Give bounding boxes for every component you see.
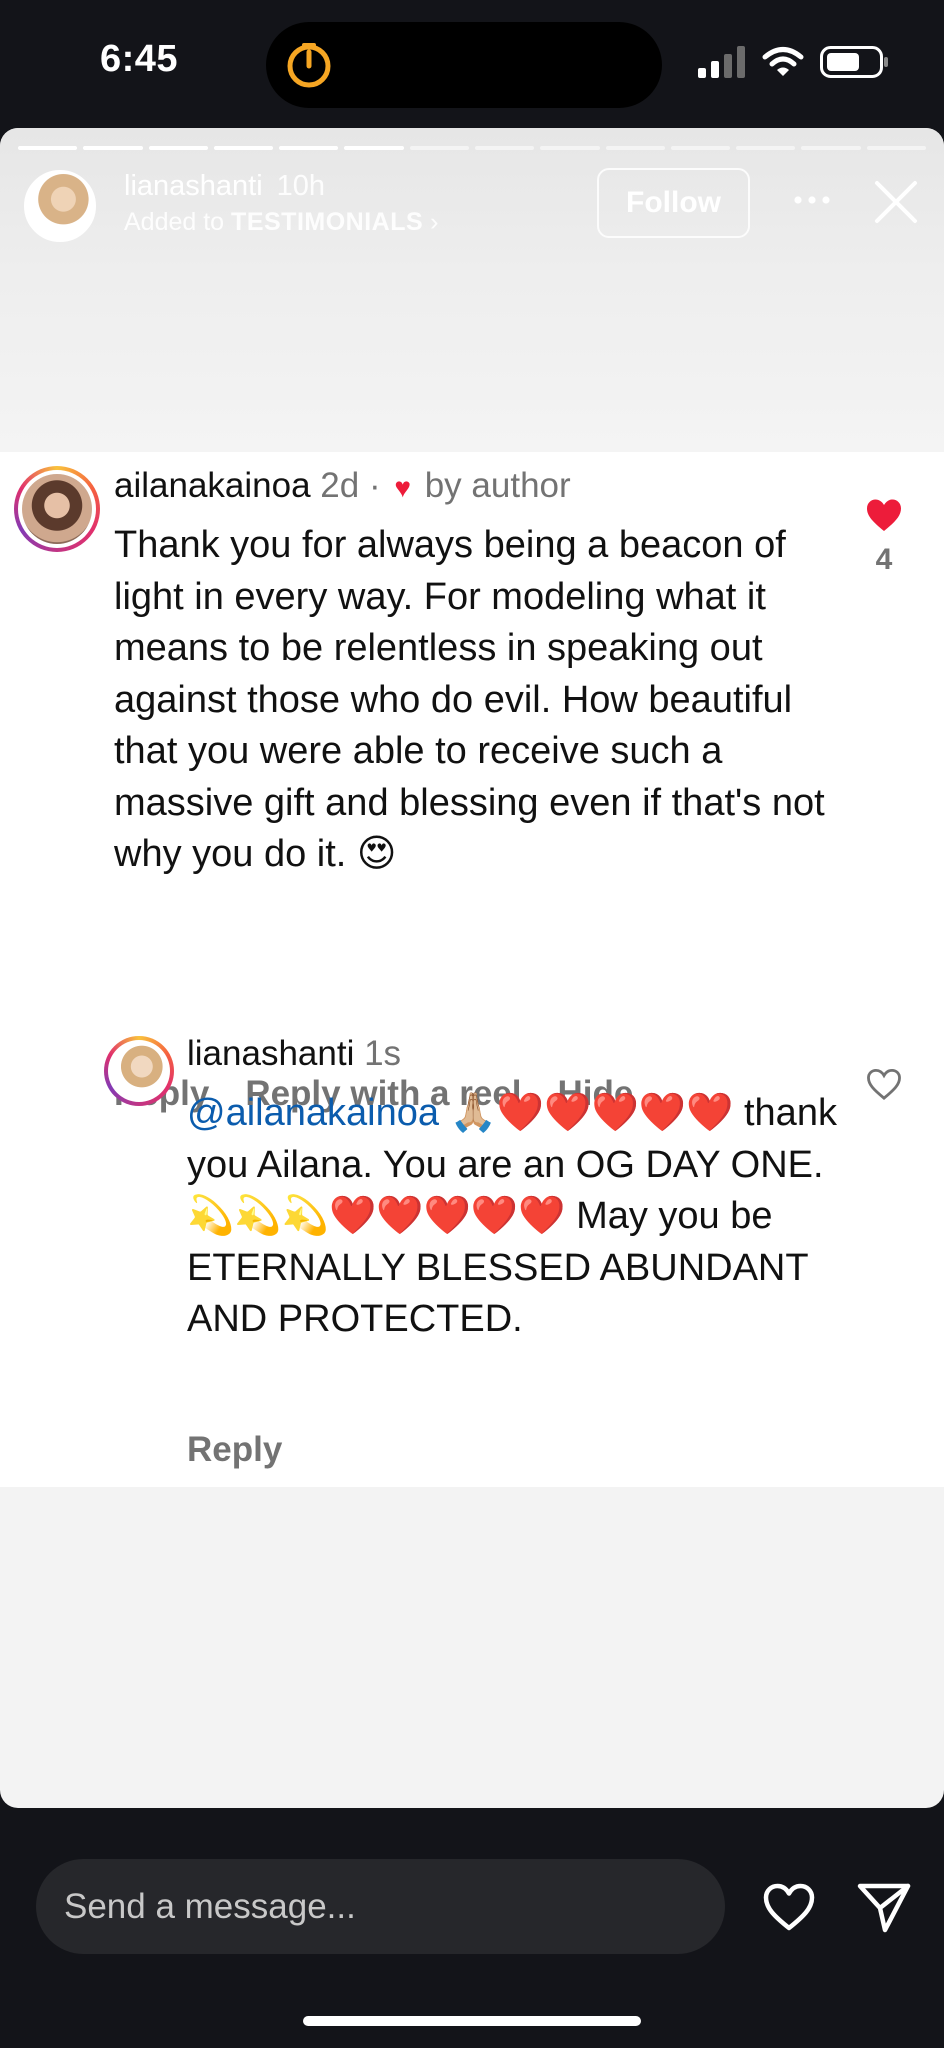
comment-actions: Reply xyxy=(187,1430,282,1470)
more-dots-icon[interactable] xyxy=(788,180,836,220)
dynamic-island xyxy=(266,22,662,108)
chevron-right-icon: › xyxy=(430,208,439,236)
story-progress-segment xyxy=(279,146,339,150)
story-progress-segment xyxy=(605,146,665,150)
like-count: 4 xyxy=(875,543,893,576)
close-icon[interactable] xyxy=(872,178,920,226)
story-age: 10h xyxy=(276,170,326,202)
message-input[interactable]: Send a message... xyxy=(36,1859,725,1954)
comments-panel: ailanakainoa 2d · ♥ by author Thank you … xyxy=(0,452,944,1487)
story-progress-segment xyxy=(670,146,731,150)
story-progress-segment xyxy=(83,146,143,150)
timer-icon xyxy=(287,43,331,88)
story-avatar[interactable] xyxy=(24,170,96,242)
comment-like[interactable] xyxy=(862,1068,906,1105)
status-time: 6:45 xyxy=(100,38,179,80)
comment-time: 1s xyxy=(364,1034,402,1073)
story-progress-segment xyxy=(409,146,469,150)
comment-like[interactable]: 4 xyxy=(862,498,906,577)
story-progress-segment xyxy=(540,146,600,150)
added-to-label: Added to xyxy=(124,208,225,236)
collection-name[interactable]: TESTIMONIALS xyxy=(231,208,423,236)
story-card: lianashanti 10h Added to TESTIMONIALS › F… xyxy=(0,128,944,1808)
comment-text: Thank you for always being a beacon of l… xyxy=(114,524,825,875)
liked-by-author-heart-icon: ♥ xyxy=(394,472,411,503)
comment-header: lianashanti 1s xyxy=(187,1034,401,1074)
story-progress-segment xyxy=(736,146,796,150)
story-progress-segment xyxy=(344,146,404,150)
heart-outline-icon[interactable] xyxy=(763,1881,815,1933)
story-progress-bar xyxy=(18,146,926,150)
heart-filled-icon[interactable] xyxy=(865,498,903,532)
avatar[interactable] xyxy=(22,474,92,544)
comment-text: @ailanakainoa 🙏🏼❤️❤️❤️❤️❤️ thank you Ail… xyxy=(187,1088,847,1346)
comment-username[interactable]: lianashanti xyxy=(187,1034,354,1073)
liked-by-author-label: by author xyxy=(424,466,571,505)
send-icon[interactable] xyxy=(856,1880,912,1936)
comment-header: ailanakainoa 2d · ♥ by author xyxy=(114,466,571,506)
story-progress-segment xyxy=(866,146,926,150)
story-progress-segment xyxy=(18,146,78,150)
status-icons xyxy=(698,46,890,78)
wifi-icon xyxy=(762,47,804,76)
story-user-line[interactable]: lianashanti 10h xyxy=(124,170,325,203)
story-collection-link[interactable]: Added to TESTIMONIALS › xyxy=(124,208,438,237)
story-username[interactable]: lianashanti xyxy=(124,170,263,202)
story-progress-segment xyxy=(148,146,208,150)
follow-button[interactable]: Follow xyxy=(597,168,750,238)
story-header: lianashanti 10h Added to TESTIMONIALS › F… xyxy=(0,128,944,453)
story-progress-segment xyxy=(474,146,535,150)
cellular-signal-icon xyxy=(698,46,745,78)
story-progress-segment xyxy=(213,146,274,150)
story-progress-segment xyxy=(801,146,861,150)
avatar[interactable] xyxy=(111,1043,167,1099)
heart-outline-icon[interactable] xyxy=(866,1068,902,1100)
status-bar: 6:45 xyxy=(0,0,944,125)
mention-link[interactable]: @ailanakainoa xyxy=(187,1092,439,1134)
comment-time: 2d xyxy=(320,466,360,505)
reply-button[interactable]: Reply xyxy=(187,1430,282,1470)
comment-username[interactable]: ailanakainoa xyxy=(114,466,311,505)
battery-icon xyxy=(820,46,888,78)
separator-dot: · xyxy=(368,466,381,505)
home-indicator[interactable] xyxy=(303,2016,641,2026)
